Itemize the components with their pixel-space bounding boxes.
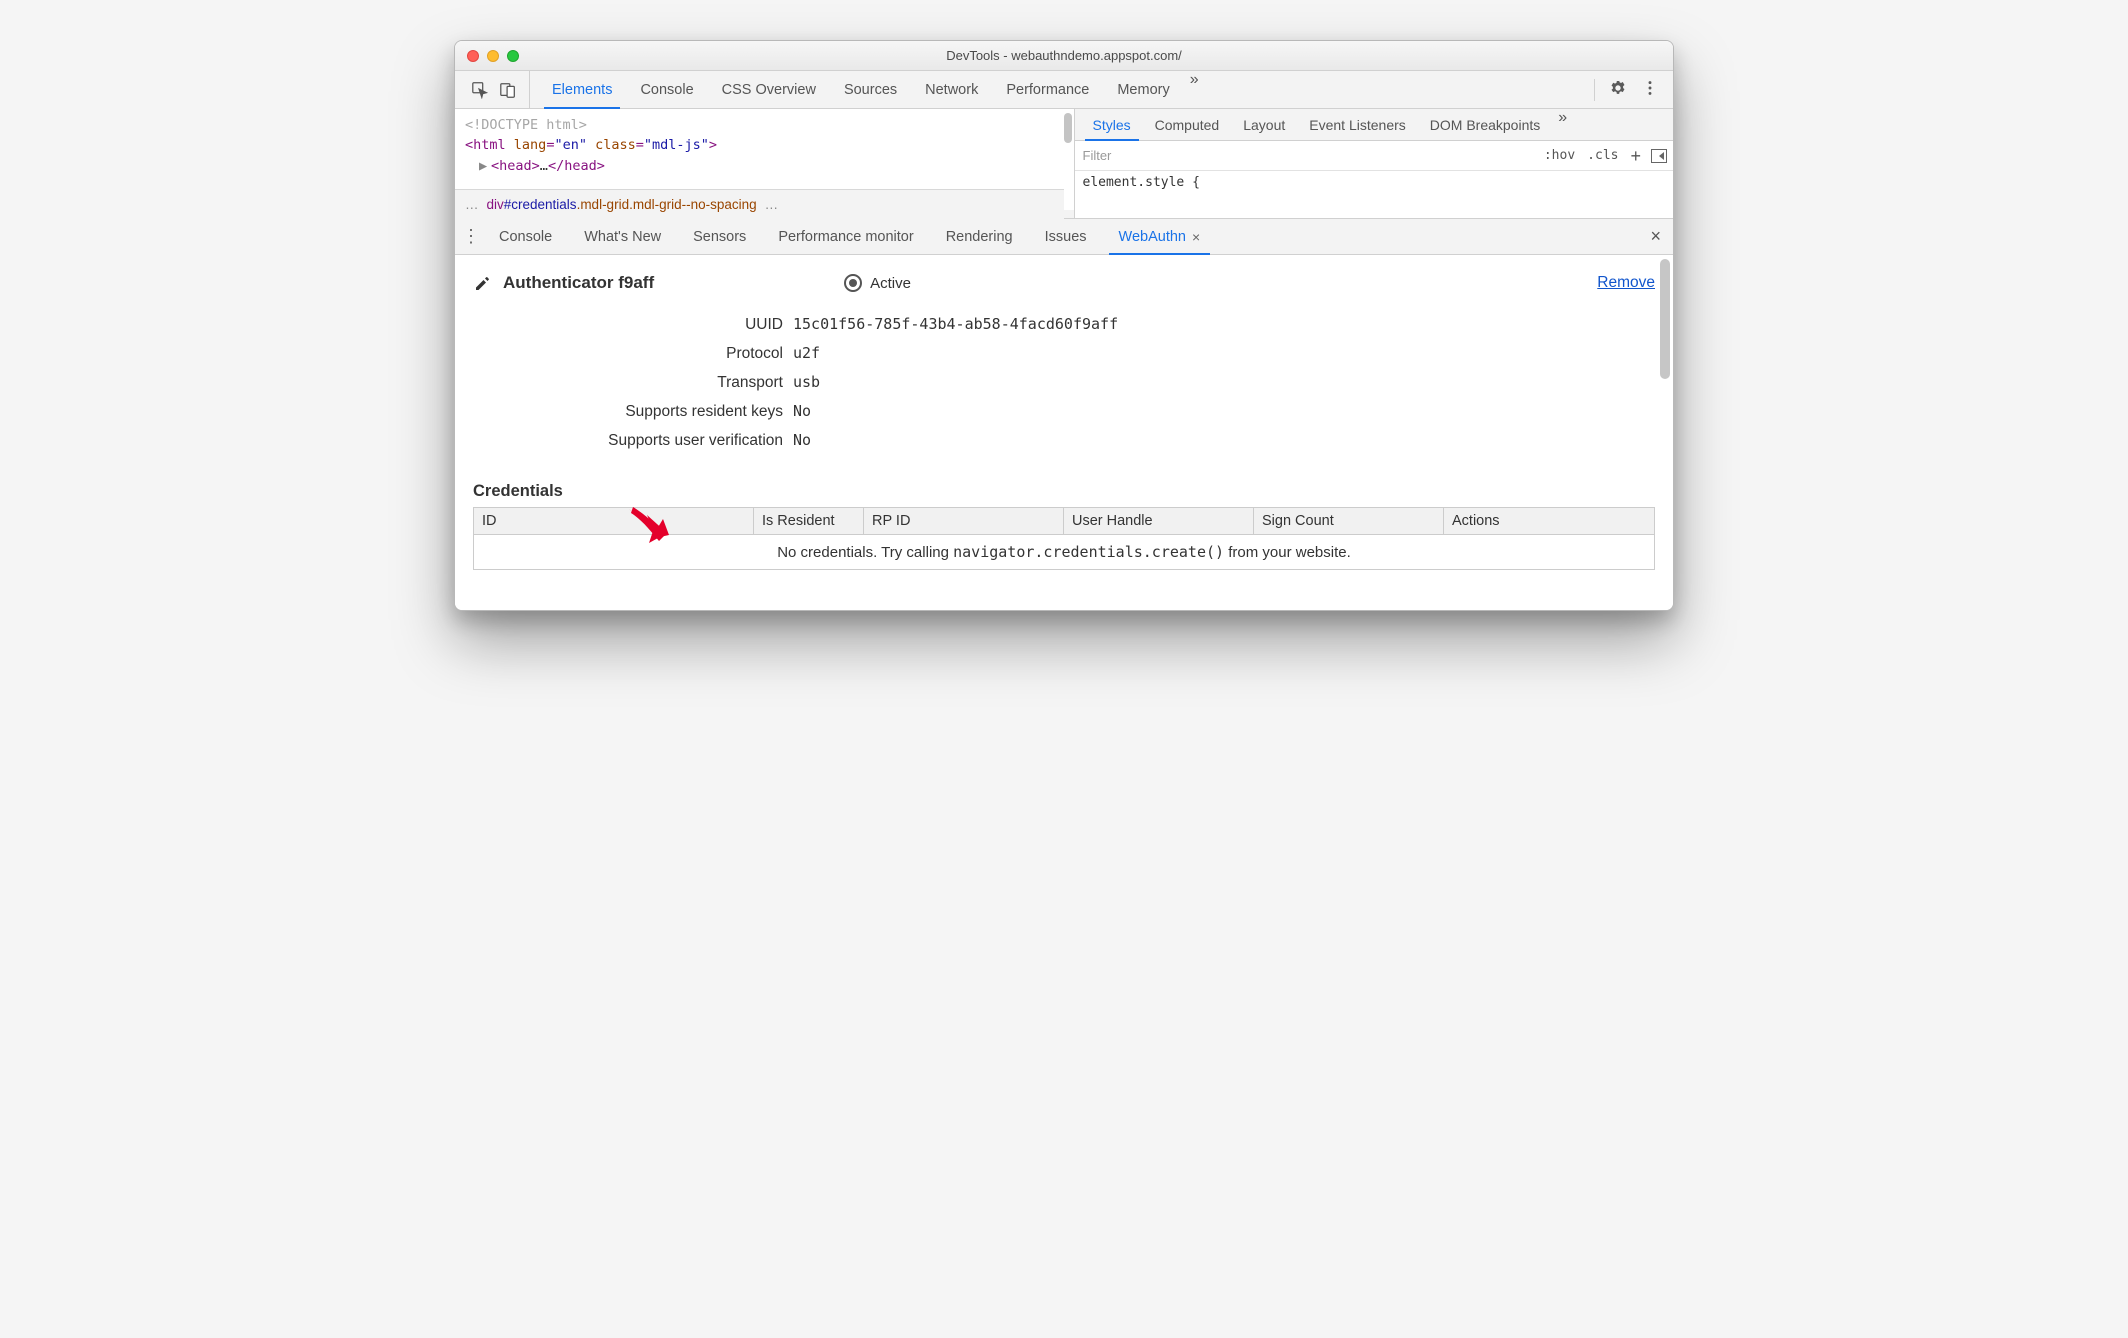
dom-head-line[interactable]: ▶<head>…</head>: [465, 156, 1064, 176]
prop-label: Supports resident keys: [473, 403, 793, 421]
remove-authenticator-link[interactable]: Remove: [1597, 274, 1655, 292]
tab-css-overview[interactable]: CSS Overview: [708, 71, 830, 108]
dom-vertical-scrollbar[interactable]: [1064, 113, 1072, 143]
prop-label: Transport: [473, 374, 793, 392]
devtools-window: DevTools - webauthndemo.appspot.com/ Ele…: [454, 40, 1674, 611]
tab-performance[interactable]: Performance: [992, 71, 1103, 108]
prop-label: UUID: [473, 316, 793, 334]
credentials-empty-row: No credentials. Try calling navigator.cr…: [474, 535, 1655, 570]
drawer-close-icon[interactable]: ×: [1650, 226, 1661, 247]
main-tabstrip: Elements Console CSS Overview Sources Ne…: [530, 71, 1584, 108]
drawer-tab-issues[interactable]: Issues: [1029, 219, 1103, 254]
credentials-empty-cell: No credentials. Try calling navigator.cr…: [474, 535, 1655, 570]
active-radio-group[interactable]: Active: [844, 274, 911, 292]
prop-row-resident-keys: Supports resident keys No: [473, 402, 1655, 421]
styles-filter-row: :hov .cls +: [1075, 141, 1674, 171]
prop-row-uuid: UUID 15c01f56-785f-43b4-ab58-4facd60f9af…: [473, 315, 1655, 334]
col-is-resident[interactable]: Is Resident: [754, 508, 864, 535]
breadcrumb-right-ellipsis[interactable]: …: [765, 197, 779, 212]
col-actions[interactable]: Actions: [1444, 508, 1655, 535]
more-menu-icon[interactable]: [1641, 79, 1659, 101]
authenticator-header: Authenticator f9aff Active Remove: [473, 273, 1655, 293]
content-vertical-scrollbar[interactable]: [1660, 259, 1670, 379]
empty-text-pre: No credentials. Try calling: [777, 544, 953, 561]
prop-row-protocol: Protocol u2f: [473, 344, 1655, 363]
tab-sources[interactable]: Sources: [830, 71, 911, 108]
prop-label: Supports user verification: [473, 432, 793, 450]
subtab-event-listeners[interactable]: Event Listeners: [1297, 109, 1418, 140]
edit-icon[interactable]: [473, 273, 493, 293]
prop-row-user-verification: Supports user verification No: [473, 431, 1655, 450]
drawer-tab-whats-new[interactable]: What's New: [568, 219, 677, 254]
inspect-element-icon[interactable]: [471, 81, 489, 99]
webauthn-panel: Authenticator f9aff Active Remove UUID 1…: [455, 255, 1673, 610]
window-titlebar: DevTools - webauthndemo.appspot.com/: [455, 41, 1673, 71]
authenticator-name: Authenticator f9aff: [503, 273, 654, 293]
breadcrumb-path[interactable]: div#credentials.mdl-grid.mdl-grid--no-sp…: [479, 197, 765, 212]
styles-code-area[interactable]: element.style {: [1075, 171, 1674, 194]
drawer-tab-webauthn-label: WebAuthn: [1119, 229, 1186, 245]
toolbar-left-controls: [459, 71, 530, 108]
toggle-sidebar-icon[interactable]: [1651, 149, 1667, 163]
close-tab-icon[interactable]: ×: [1192, 229, 1200, 245]
col-id[interactable]: ID: [474, 508, 754, 535]
tab-network[interactable]: Network: [911, 71, 992, 108]
expand-triangle-icon[interactable]: ▶: [479, 156, 491, 176]
col-sign-count[interactable]: Sign Count: [1254, 508, 1444, 535]
col-rp-id[interactable]: RP ID: [864, 508, 1064, 535]
device-toolbar-icon[interactable]: [499, 81, 517, 99]
tab-console[interactable]: Console: [626, 71, 707, 108]
credentials-thead: ID Is Resident RP ID User Handle Sign Co…: [474, 508, 1655, 535]
styles-tabs-overflow[interactable]: »: [1552, 109, 1573, 140]
cls-toggle[interactable]: .cls: [1581, 148, 1624, 163]
hov-toggle[interactable]: :hov: [1538, 148, 1581, 163]
dom-breadcrumb[interactable]: … div#credentials.mdl-grid.mdl-grid--no-…: [455, 189, 1064, 219]
prop-value: No: [793, 431, 811, 449]
prop-value: usb: [793, 373, 820, 391]
styles-pane: Styles Computed Layout Event Listeners D…: [1074, 109, 1674, 218]
active-radio-icon[interactable]: [844, 274, 862, 292]
subtab-styles[interactable]: Styles: [1081, 109, 1143, 140]
main-toolbar: Elements Console CSS Overview Sources Ne…: [455, 71, 1673, 109]
styles-filter-input[interactable]: [1075, 144, 1538, 167]
styles-subtabs: Styles Computed Layout Event Listeners D…: [1075, 109, 1674, 141]
settings-icon[interactable]: [1609, 79, 1627, 101]
active-label: Active: [870, 275, 911, 292]
drawer-tabstrip: ⋮ Console What's New Sensors Performance…: [455, 219, 1673, 255]
new-style-rule-button[interactable]: +: [1624, 147, 1647, 165]
empty-text-code: navigator.credentials.create(): [953, 543, 1224, 561]
prop-row-transport: Transport usb: [473, 373, 1655, 392]
drawer-tab-performance-monitor[interactable]: Performance monitor: [762, 219, 929, 254]
tab-elements[interactable]: Elements: [538, 71, 626, 108]
subtab-computed[interactable]: Computed: [1143, 109, 1232, 140]
credentials-heading: Credentials: [473, 482, 1655, 501]
main-tabs-overflow[interactable]: »: [1184, 71, 1205, 108]
subtab-layout[interactable]: Layout: [1231, 109, 1297, 140]
drawer-menu-icon[interactable]: ⋮: [459, 226, 483, 247]
drawer-tab-rendering[interactable]: Rendering: [930, 219, 1029, 254]
prop-label: Protocol: [473, 345, 793, 363]
drawer-tab-console[interactable]: Console: [483, 219, 568, 254]
window-title: DevTools - webauthndemo.appspot.com/: [455, 48, 1673, 63]
subtab-dom-breakpoints[interactable]: DOM Breakpoints: [1418, 109, 1552, 140]
drawer-tab-webauthn[interactable]: WebAuthn ×: [1103, 219, 1217, 254]
prop-value: 15c01f56-785f-43b4-ab58-4facd60f9aff: [793, 315, 1118, 333]
breadcrumb-left-ellipsis[interactable]: …: [465, 197, 479, 212]
toolbar-divider: [1594, 79, 1595, 101]
tab-memory[interactable]: Memory: [1103, 71, 1183, 108]
prop-value: No: [793, 402, 811, 420]
dom-doctype: <!DOCTYPE html>: [465, 115, 1064, 135]
drawer-tab-sensors[interactable]: Sensors: [677, 219, 762, 254]
credentials-table: ID Is Resident RP ID User Handle Sign Co…: [473, 507, 1655, 570]
col-user-handle[interactable]: User Handle: [1064, 508, 1254, 535]
dom-html-line: <html lang="en" class="mdl-js">: [465, 135, 1064, 155]
prop-value: u2f: [793, 344, 820, 362]
authenticator-properties: UUID 15c01f56-785f-43b4-ab58-4facd60f9af…: [473, 315, 1655, 450]
toolbar-right-controls: [1584, 79, 1669, 101]
empty-text-post: from your website.: [1224, 544, 1351, 561]
